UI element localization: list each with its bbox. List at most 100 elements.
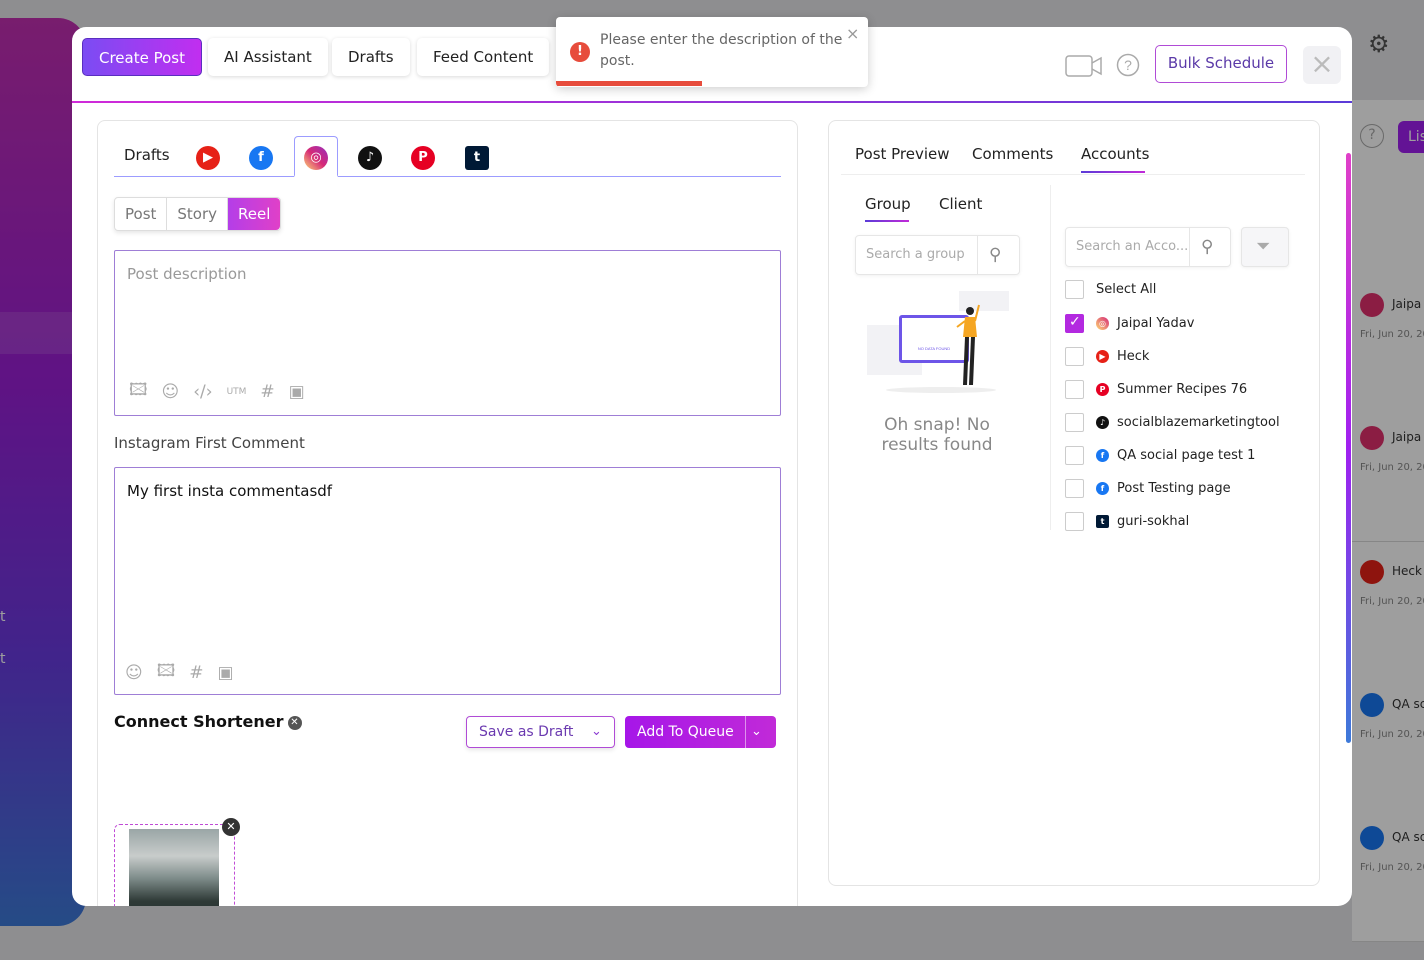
- video-icon[interactable]: [1065, 55, 1103, 77]
- no-results-message: Oh snap! No results found: [881, 415, 993, 455]
- hashtag-icon[interactable]: #: [189, 663, 203, 683]
- account-name: Summer Recipes 76: [1117, 381, 1248, 397]
- account-row[interactable]: ◎ Jaipal Yadav: [1065, 313, 1194, 333]
- tab-client[interactable]: Client: [939, 195, 982, 213]
- account-search[interactable]: Search an Acco... ⚲: [1065, 227, 1231, 267]
- account-row[interactable]: ♪ socialblazemarketingtool: [1065, 412, 1280, 432]
- comment-toolbar: ☺ 🖾 # ▣: [125, 658, 234, 687]
- code-icon[interactable]: ‹/›: [193, 382, 212, 402]
- image-icon[interactable]: 🖾: [157, 658, 176, 687]
- account-name: Heck: [1117, 348, 1150, 364]
- save-draft-label: Save as Draft: [479, 724, 574, 740]
- first-comment-value: My first insta commentasdf: [127, 482, 333, 500]
- account-checkbox[interactable]: [1065, 313, 1084, 333]
- tab-drafts[interactable]: Drafts: [332, 38, 410, 76]
- post-type-reel[interactable]: Reel: [228, 198, 281, 230]
- group-search[interactable]: Search a group ⚲: [855, 235, 1020, 275]
- emoji-icon[interactable]: ☺: [162, 382, 180, 402]
- create-post-modal: Create Post AI Assistant Drafts Feed Con…: [72, 27, 1352, 906]
- first-comment-label: Instagram First Comment: [114, 434, 305, 452]
- account-name: Jaipal Yadav: [1117, 315, 1195, 331]
- account-checkbox[interactable]: [1065, 379, 1084, 399]
- account-row[interactable]: ▶ Heck: [1065, 346, 1149, 366]
- close-icon[interactable]: ×: [846, 24, 859, 43]
- bulk-schedule-button[interactable]: Bulk Schedule: [1155, 45, 1287, 83]
- account-checkbox[interactable]: [1065, 346, 1084, 366]
- post-description-field[interactable]: Post description 🖾 ☺ ‹/› UTM # ▣: [114, 250, 781, 416]
- account-checkbox[interactable]: [1065, 478, 1084, 498]
- post-type-story[interactable]: Story: [167, 198, 229, 230]
- instagram-icon: ◎: [304, 146, 328, 170]
- select-all-checkbox[interactable]: [1065, 279, 1084, 299]
- post-type-post[interactable]: Post: [115, 198, 168, 230]
- facebook-icon: f: [1096, 448, 1109, 462]
- remove-media-icon[interactable]: ✕: [222, 818, 240, 836]
- first-comment-field[interactable]: My first insta commentasdf ☺ 🖾 # ▣: [114, 467, 781, 695]
- tumblr-icon[interactable]: t: [465, 146, 489, 170]
- account-row[interactable]: P Summer Recipes 76: [1065, 379, 1247, 399]
- chevron-down-icon[interactable]: ⌄: [751, 716, 762, 748]
- save-draft-button[interactable]: Save as Draft ⌄: [466, 716, 615, 748]
- divider: [745, 716, 746, 748]
- account-name: Post Testing page: [1117, 480, 1231, 496]
- connect-shortener[interactable]: Connect Shortener ✕: [114, 712, 302, 731]
- illustration-text: NO DATA FOUND: [918, 346, 950, 351]
- help-icon[interactable]: ?: [1116, 53, 1140, 77]
- no-data-illustration: NO DATA FOUND: [867, 291, 1009, 393]
- tiktok-icon: ♪: [1096, 415, 1109, 429]
- instagram-icon: ◎: [1096, 316, 1109, 330]
- divider: [1189, 228, 1190, 266]
- media-thumbnail[interactable]: [114, 824, 235, 906]
- group-search-input[interactable]: Search a group: [866, 247, 976, 262]
- tab-ai-assistant[interactable]: AI Assistant: [208, 38, 328, 76]
- chevron-down-icon[interactable]: ⌄: [591, 717, 602, 747]
- account-row[interactable]: t guri-sokhal: [1065, 511, 1189, 531]
- select-all-row[interactable]: Select All: [1065, 279, 1156, 299]
- account-checkbox[interactable]: [1065, 412, 1084, 432]
- close-icon[interactable]: ✕: [287, 715, 302, 730]
- hashtag-icon[interactable]: #: [260, 382, 274, 402]
- tiktok-icon[interactable]: ♪: [358, 146, 382, 170]
- post-type-selector: Post Story Reel: [114, 197, 282, 231]
- filter-button[interactable]: ⏷: [1241, 227, 1289, 267]
- tab-comments[interactable]: Comments: [972, 145, 1053, 163]
- account-checkbox[interactable]: [1065, 511, 1084, 531]
- filter-icon: ⏷: [1256, 236, 1271, 257]
- error-icon: !: [570, 42, 590, 62]
- account-checkbox[interactable]: [1065, 445, 1084, 465]
- utm-icon[interactable]: UTM: [227, 387, 247, 397]
- search-icon[interactable]: ⚲: [1201, 237, 1213, 257]
- close-modal-button[interactable]: ×: [1303, 46, 1341, 84]
- account-row[interactable]: f Post Testing page: [1065, 478, 1231, 498]
- scrollbar[interactable]: [1346, 153, 1351, 743]
- facebook-icon: f: [1096, 481, 1109, 495]
- tab-accounts[interactable]: Accounts: [1081, 145, 1149, 173]
- account-row[interactable]: f QA social page test 1: [1065, 445, 1255, 465]
- platform-tabs: Drafts ▶ f ◎ ♪ P t: [114, 136, 781, 177]
- tab-create-post[interactable]: Create Post: [82, 38, 202, 76]
- tab-group[interactable]: Group: [865, 195, 911, 222]
- toast-message: Please enter the description of the post…: [600, 32, 843, 69]
- youtube-icon[interactable]: ▶: [196, 146, 220, 170]
- facebook-icon[interactable]: f: [249, 146, 273, 170]
- tab-post-preview[interactable]: Post Preview: [855, 145, 950, 163]
- tumblr-icon: t: [1096, 514, 1109, 528]
- divider: [977, 236, 978, 274]
- pinterest-icon: P: [1096, 382, 1109, 396]
- add-to-queue-button[interactable]: Add To Queue ⌄: [625, 716, 776, 748]
- divider: [1050, 185, 1051, 530]
- toast-progress-bar: [556, 81, 702, 86]
- image-add-icon[interactable]: 🖾: [129, 377, 148, 406]
- emoji-icon[interactable]: ☺: [125, 663, 143, 683]
- tab-instagram-active[interactable]: ◎: [294, 136, 338, 177]
- account-search-input[interactable]: Search an Acco...: [1076, 239, 1188, 254]
- post-editor-panel: Drafts ▶ f ◎ ♪ P t Post Story Reel Post …: [97, 120, 798, 906]
- pinterest-icon[interactable]: P: [411, 146, 435, 170]
- tab-feed-content[interactable]: Feed Content: [417, 38, 550, 76]
- media-library-icon[interactable]: ▣: [217, 663, 233, 683]
- account-name: guri-sokhal: [1117, 513, 1190, 529]
- search-icon[interactable]: ⚲: [989, 245, 1001, 265]
- tab-drafts-platform[interactable]: Drafts: [124, 137, 170, 177]
- media-library-icon[interactable]: ▣: [289, 382, 305, 402]
- account-name: socialblazemarketingtool: [1117, 414, 1280, 430]
